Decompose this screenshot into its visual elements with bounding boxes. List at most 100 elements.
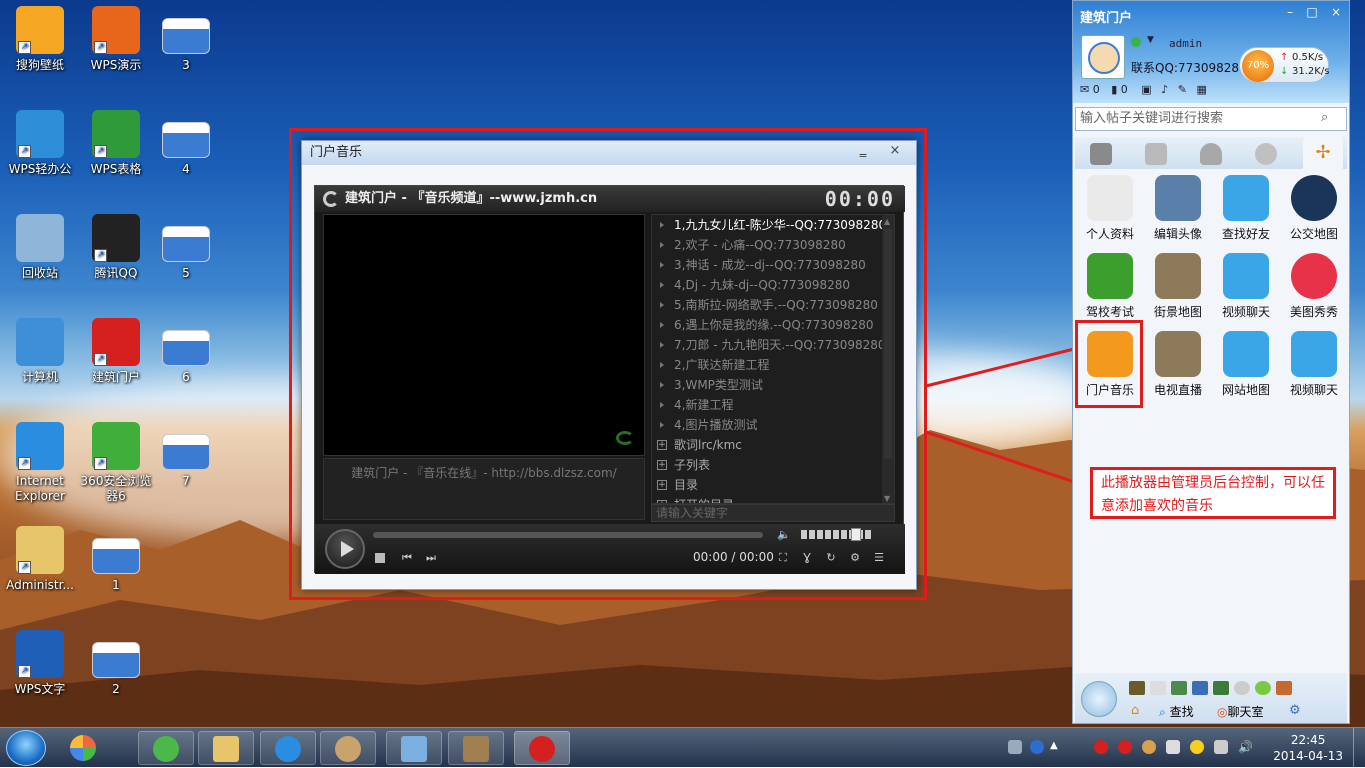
desktop-icon[interactable]: ↗ 建筑门户 [76,318,156,385]
expand-icon[interactable]: + [657,480,667,490]
avatar[interactable] [1081,35,1125,79]
speaker-icon[interactable]: 🔈 [777,528,791,541]
playlist-item[interactable]: 4,Dj - 九妹-dj--QQ:773098280 [652,275,894,295]
app-icon[interactable]: ▦ [1196,83,1206,96]
taskbar-app[interactable] [320,731,376,765]
keyboard-icon[interactable] [1008,740,1022,754]
desktop-icon[interactable]: 1 [76,526,156,593]
app-tile[interactable]: 美图秀秀 [1280,253,1348,320]
tray-expand-icon[interactable]: ▲ [1050,740,1064,754]
playlist-item[interactable]: 6,遇上你是我的缘.--QQ:773098280 [652,315,894,335]
dropbox-icon[interactable] [1081,681,1117,717]
fullscreen-icon[interactable]: ⛶ [777,552,789,564]
playlist-search-input[interactable]: 请输入关键字 [651,504,895,522]
show-desktop-button[interactable] [1353,728,1365,768]
taskbar-app[interactable] [448,731,504,765]
status-dropdown-icon[interactable]: ▼ [1147,35,1154,45]
expand-icon[interactable]: + [657,440,667,450]
signal-icon[interactable] [1166,740,1180,754]
app-tile[interactable]: 查找好友 [1212,175,1280,242]
volume-knob[interactable] [850,528,861,541]
next-button[interactable]: ⏭ [425,552,437,564]
expand-icon[interactable]: + [657,460,667,470]
scroll-down-icon[interactable]: ▼ [884,494,890,503]
taskbar-app[interactable] [56,731,112,765]
tool-icon[interactable] [1276,681,1292,695]
tab-compass-icon[interactable] [1255,143,1277,165]
panel-close-button[interactable]: × [1325,4,1347,20]
mushroom-tray-icon[interactable] [1118,740,1132,754]
settings-gear-icon[interactable]: ⚙ [849,552,861,564]
online-status-icon[interactable] [1131,37,1141,47]
power-icon[interactable] [1214,740,1228,754]
panel-minimize-button[interactable]: – [1279,4,1301,20]
tool-icon[interactable] [1213,681,1229,695]
app-tile[interactable]: 个人资料 [1076,175,1144,242]
taskbar-app[interactable] [138,731,194,765]
desktop-icon[interactable]: 2 [76,630,156,697]
message-icon[interactable]: ▮ [1111,83,1117,96]
app-tile[interactable]: 街景地图 [1144,253,1212,320]
mail-icon[interactable]: ✉ [1080,83,1089,96]
tool-icon[interactable] [1129,681,1145,695]
taskbar-app[interactable] [260,731,316,765]
tab-clipboard-icon[interactable] [1145,143,1167,165]
desktop-icon[interactable]: ↗ Internet Explorer [0,422,80,504]
desktop-icon[interactable]: 回收站 [0,214,80,281]
playlist-item[interactable]: 2,欢子 - 心痛--QQ:773098280 [652,235,894,255]
tool-icon[interactable] [1192,681,1208,695]
desktop-icon[interactable]: 3 [146,6,226,73]
playlist-item[interactable]: 3,WMP类型测试 [652,375,894,395]
desktop-icon[interactable]: ↗ WPS轻办公 [0,110,80,177]
panel-search-input[interactable]: 输入帖子关键词进行搜索 [1075,107,1347,131]
app-tile[interactable]: 视频聊天 [1212,253,1280,320]
taskbar-clock[interactable]: 22:45 2014-04-13 [1273,732,1343,764]
desktop-icon[interactable]: ↗ Administr... [0,526,80,593]
previous-button[interactable]: ⏮ [401,552,413,564]
stop-button[interactable] [375,553,385,563]
window-titlebar[interactable]: 门户音乐 ‗ × [302,141,916,165]
playlist-item[interactable]: 5,南斯拉-网络歌手.--QQ:773098280 [652,295,894,315]
playlist-item[interactable]: 7,刀郎 - 九九艳阳天.--QQ:773098280 [652,335,894,355]
footer-chat[interactable]: ◎聊天室 [1217,703,1264,720]
scrollbar-thumb[interactable] [884,229,892,459]
desktop-icon[interactable]: 6 [146,318,226,385]
playlist-group[interactable]: +打开的目录 [652,495,894,503]
help-icon[interactable] [1030,740,1044,754]
tab-favorites-icon[interactable] [1200,143,1222,165]
playlist-item[interactable]: 1,九九女儿红-陈少华--QQ:773098280 [652,215,894,235]
desktop-icon[interactable]: ↗ WPS文字 [0,630,80,697]
lyrics-icon[interactable]: Ɣ [801,552,813,564]
app-tile[interactable]: 公交地图 [1280,175,1348,242]
photo-icon[interactable]: ▣ [1141,83,1151,96]
desktop-icon[interactable]: ↗ 360安全浏览器6 [76,422,156,504]
home-icon[interactable]: ⌂ [1131,703,1139,718]
search-icon[interactable]: ⌕ [1321,110,1328,125]
playlist-group[interactable]: + 歌词lrc/kmc [652,435,894,455]
tool-icon[interactable] [1171,681,1187,695]
desktop-icon[interactable]: 4 [146,110,226,177]
start-button[interactable] [6,730,46,766]
tool-icon[interactable] [1150,681,1166,695]
taskbar-app-active[interactable] [514,731,570,765]
playlist-item[interactable]: 2,广联达新建工程 [652,355,894,375]
playlist-group[interactable]: + 目录 [652,475,894,495]
volume-slider[interactable] [801,528,871,541]
app-tile[interactable]: 网站地图 [1212,331,1280,398]
app-tile[interactable]: 驾校考试 [1076,253,1144,320]
desktop-icon[interactable]: ↗ 搜狗壁纸 [0,6,80,73]
desktop-icon[interactable]: 计算机 [0,318,80,385]
playlist-item[interactable]: 4,图片播放测试 [652,415,894,435]
tool-icon[interactable] [1255,681,1271,695]
app-tile[interactable]: 编辑头像 [1144,175,1212,242]
close-button[interactable]: × [882,143,908,161]
playlist-toggle-icon[interactable]: ☰ [873,552,885,564]
scroll-up-icon[interactable]: ▲ [884,217,890,226]
desktop-icon[interactable]: 5 [146,214,226,281]
mushroom-tray-icon[interactable] [1094,740,1108,754]
tab-contacts-icon[interactable] [1090,143,1112,165]
volume-icon[interactable]: 🔊 [1238,740,1253,754]
desktop-icon[interactable]: ↗ 腾讯QQ [76,214,156,281]
minimize-button[interactable]: ‗ [850,143,876,161]
desktop-icon[interactable]: 7 [146,422,226,489]
